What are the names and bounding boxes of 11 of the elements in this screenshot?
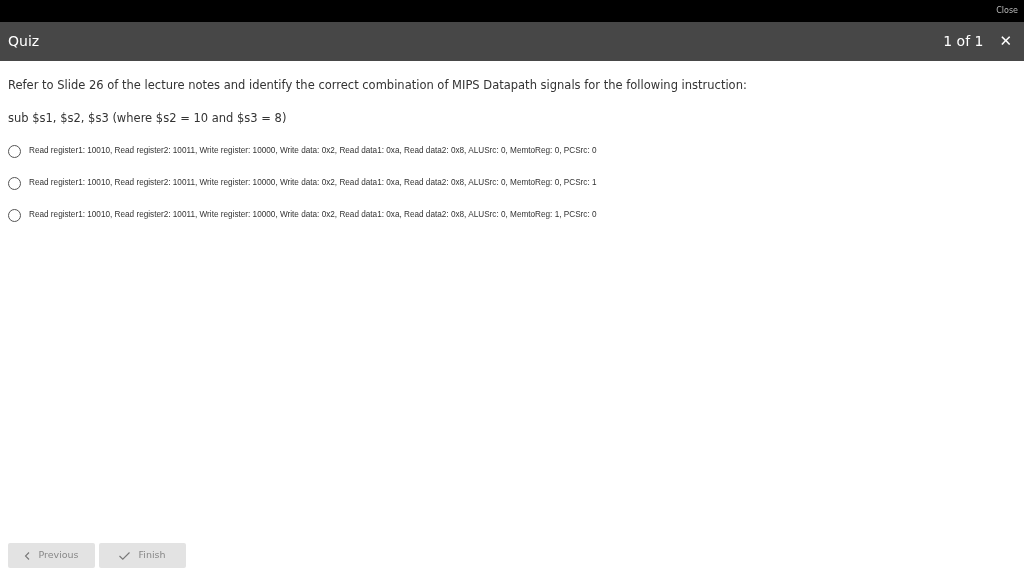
checkmark-icon xyxy=(119,551,131,560)
option-label[interactable]: Read register1: 10010, Read register2: 10011, Write register: 10000, Write data: 0x2, Read data1: 0xa, Read data2: 0x8, ALUSrc: 0, MemtoReg: 1, PCSrc: 0 xyxy=(29,209,597,222)
question-prompt: Refer to Slide 26 of the lecture notes and identify the correct combination of MIPS Datapath signals for the following instruction: xyxy=(8,77,748,94)
chevron-left-icon xyxy=(24,551,31,560)
instruction-text: sub $s1, $s2, $s3 (where $s2 = 10 and $s3 = 8) xyxy=(8,110,288,128)
close-button[interactable]: ✕ xyxy=(999,30,1012,53)
option-label[interactable]: Read register1: 10010, Read register2: 10011, Write register: 10000, Write data: 0x2, Read data1: 0xa, Read data2: 0x8, ALUSrc: 0, MemtoReg: 0, PCSrc: 0 xyxy=(29,145,597,158)
option-label[interactable]: Read register1: 10010, Read register2: 10011, Write register: 10000, Write data: 0x2, Read data1: 0xa, Read data2: 0x8, ALUSrc: 0, MemtoReg: 0, PCSrc: 1 xyxy=(29,177,597,190)
progress-counter: 1 of 1 xyxy=(943,32,984,51)
close-link[interactable]: Close xyxy=(990,5,1024,17)
quiz-title: Quiz xyxy=(8,32,40,51)
